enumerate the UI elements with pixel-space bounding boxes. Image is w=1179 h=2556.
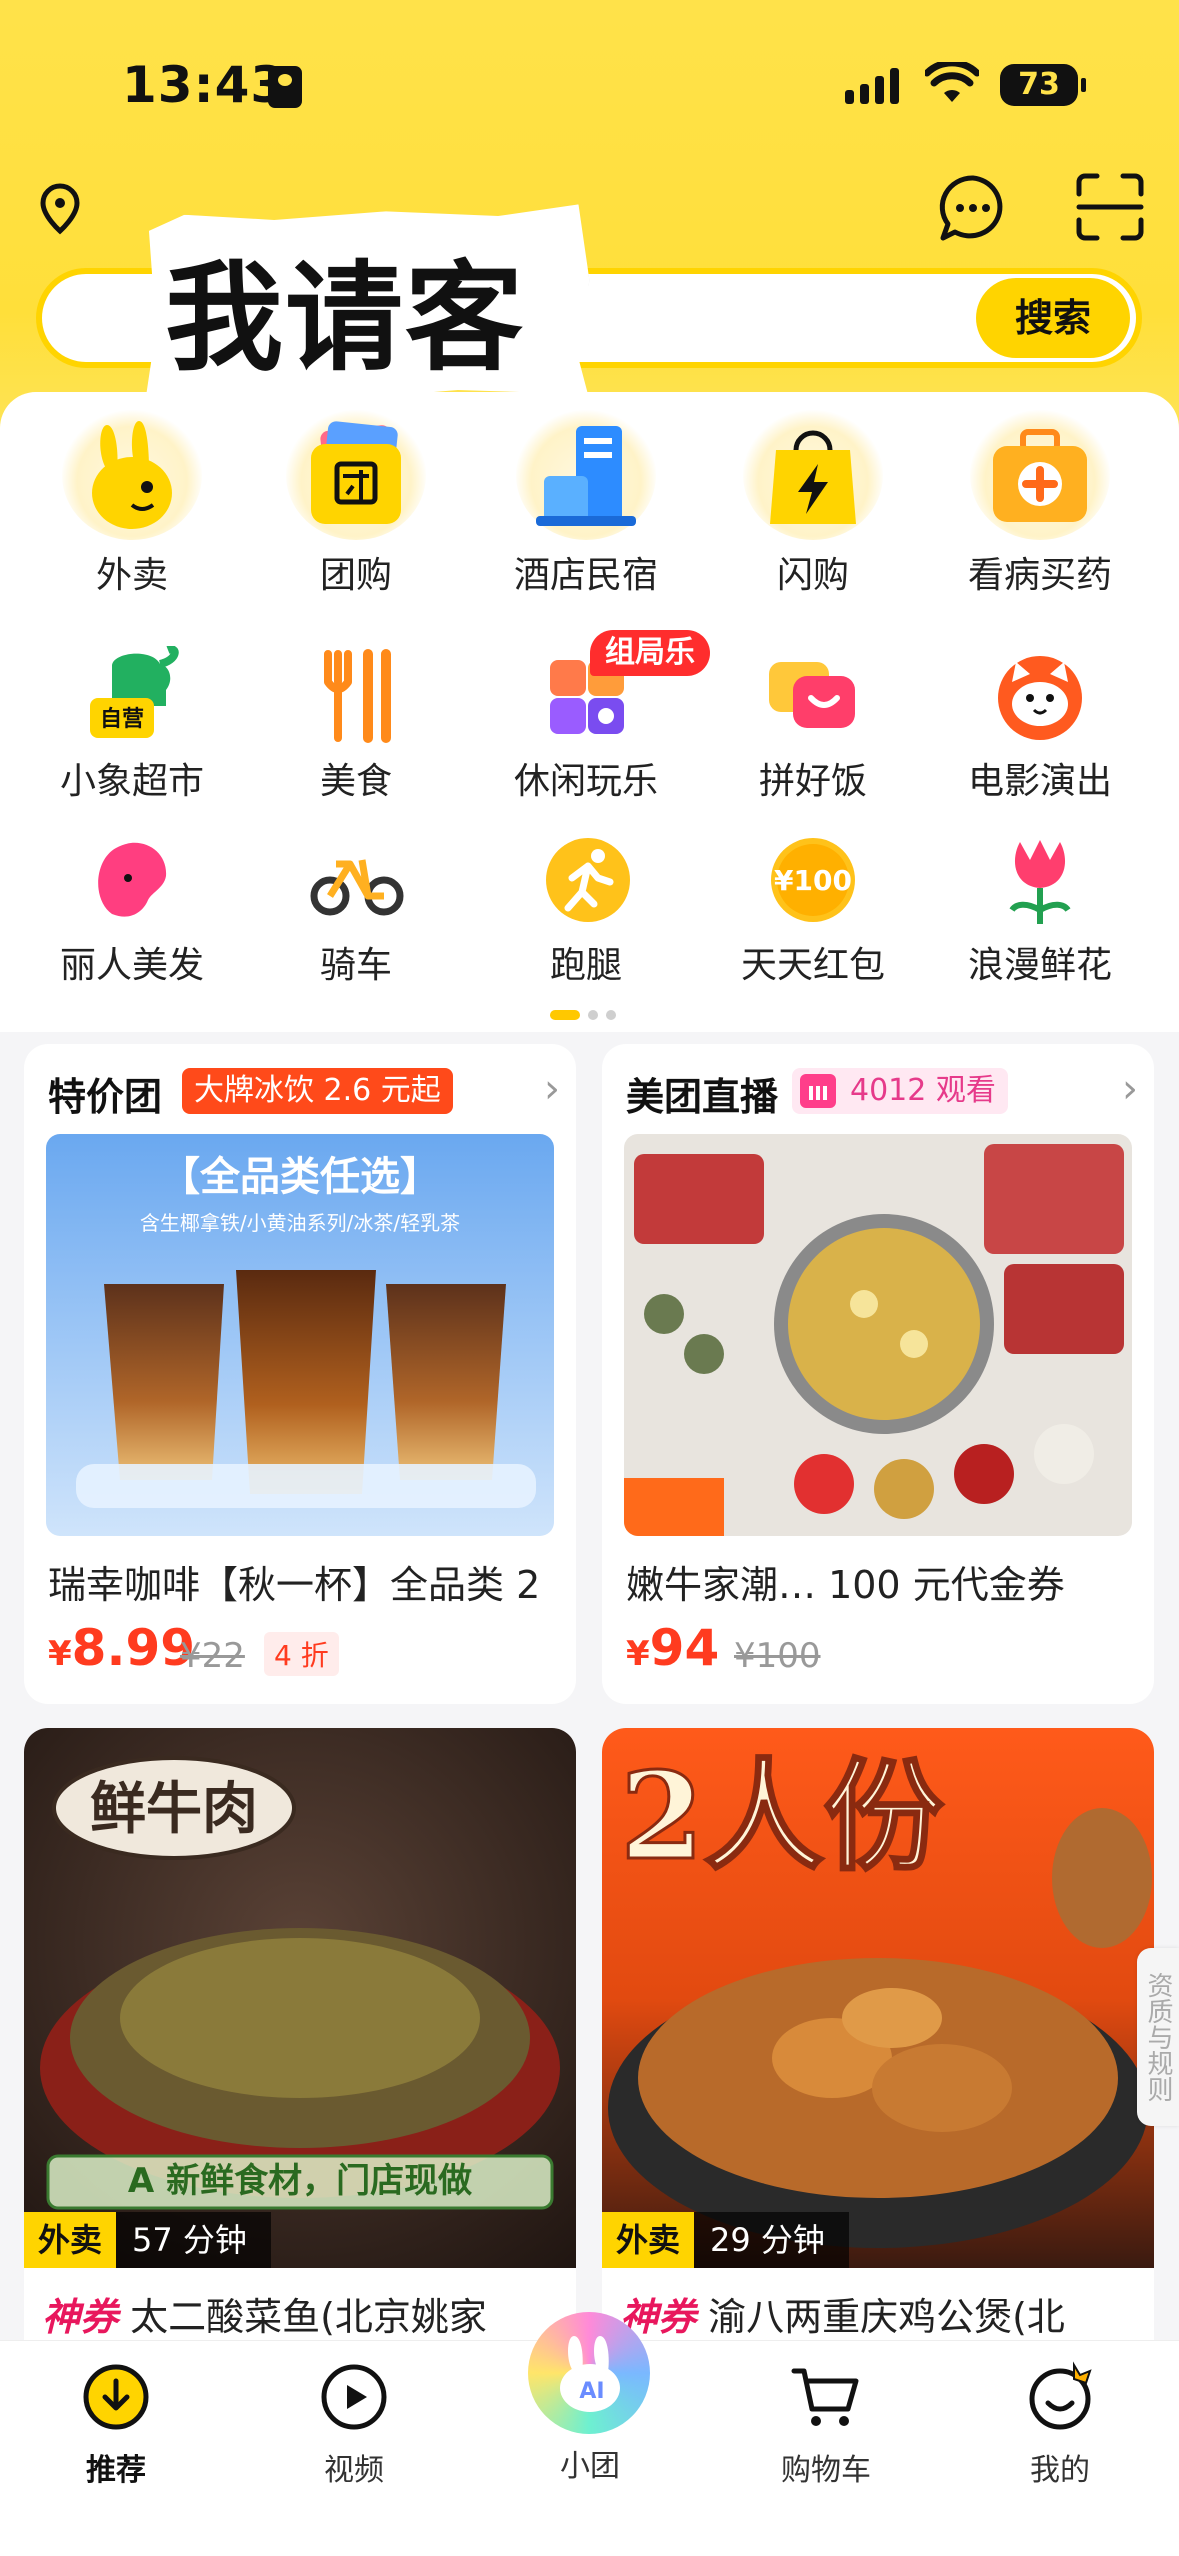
nav-cart[interactable]: 购物车 (746, 2361, 906, 2489)
svg-text:A 新鲜食材，门店现做: A 新鲜食材，门店现做 (128, 2161, 472, 2201)
cat-face-icon (970, 646, 1110, 746)
live-old-price: ¥100 (734, 1636, 821, 1676)
search-button[interactable]: 搜索 (976, 278, 1130, 358)
lightning-bag-icon (743, 410, 883, 540)
page-indicator (550, 1010, 616, 1020)
ai-bunny-icon[interactable]: AI (528, 2312, 650, 2434)
category-pinhaofan[interactable]: 拼好饭 (713, 646, 913, 804)
nav-profile[interactable]: 我的 (980, 2361, 1140, 2489)
food-card[interactable]: 2人份 外卖 29 分钟 神券 渝八两重庆鸡公煲(北 (602, 1728, 1154, 2348)
hotpot-image (624, 1134, 1132, 1536)
play-circle-icon (321, 2364, 387, 2430)
category-movie[interactable]: 电影演出 (940, 646, 1140, 804)
kangaroo-icon (62, 410, 202, 540)
live-card[interactable]: 美团直播 4012 观看 › 嫩牛家潮… 100 元代金券 ¥94 ¥100 (602, 1044, 1154, 1704)
elephant-icon: 自营 (62, 646, 202, 746)
scan-icon[interactable] (1075, 172, 1145, 242)
live-bars-icon (800, 1074, 836, 1108)
coin-icon: ¥100 (743, 830, 883, 930)
promo-sticker-text: 我请客 (165, 249, 526, 387)
food-name: 神券 渝八两重庆鸡公煲(北 (620, 2295, 1065, 2339)
coffee-image: 【全品类任选】 含生椰拿铁/小黄油系列/冰茶/轻乳茶 (46, 1134, 554, 1536)
category-hotel[interactable]: 酒店民宿 (486, 410, 686, 598)
status-bar: 13:43 73 (0, 0, 1179, 150)
chevron-right-icon[interactable]: › (544, 1066, 560, 1112)
clock: 13:43 (122, 56, 287, 114)
category-tuangou[interactable]: 团购 (256, 410, 456, 598)
svg-text:【全品类任选】: 【全品类任选】 (160, 1154, 440, 1200)
bike-icon (286, 830, 426, 930)
nav-recommend[interactable]: 推荐 (36, 2361, 196, 2489)
battery-indicator: 73 (1000, 64, 1086, 106)
svg-text:鲜牛肉: 鲜牛肉 (90, 1776, 258, 1842)
food-card[interactable]: 鲜牛肉 A 新鲜食材，门店现做 外卖 57 分钟 神券 太二酸菜鱼(北京姚家 (24, 1728, 576, 2348)
group-fun-badge: 组局乐 (590, 630, 710, 676)
chevron-right-icon[interactable]: › (1122, 1066, 1138, 1112)
person-badge-icon (268, 66, 302, 108)
deal-price: ¥8.99 (48, 1619, 196, 1677)
download-circle-icon (83, 2364, 149, 2430)
category-waimai[interactable]: 外卖 (32, 410, 232, 598)
category-supermarket[interactable]: 自营 小象超市 (32, 646, 232, 804)
hotel-icon (516, 410, 656, 540)
tulip-icon (970, 830, 1110, 930)
svg-text:2人份: 2人份 (620, 1746, 944, 1887)
svg-text:¥100: ¥100 (774, 864, 852, 897)
category-flowers[interactable]: 浪漫鲜花 (940, 830, 1140, 988)
live-price: ¥94 (626, 1619, 720, 1677)
medkit-icon (970, 410, 1110, 540)
deal-card[interactable]: 特价团 大牌冰饮 2.6 元起 › 【全品类任选】 含生椰拿铁/小黄油系列/冰茶… (24, 1044, 576, 1704)
runner-icon (516, 830, 656, 930)
food-image: 鲜牛肉 A 新鲜食材，门店现做 (24, 1728, 576, 2268)
deal-pill: 大牌冰饮 2.6 元起 (182, 1068, 453, 1114)
nav-video[interactable]: 视频 (274, 2361, 434, 2489)
category-medicine[interactable]: 看病买药 (940, 410, 1140, 598)
live-card-title: 美团直播 (626, 1075, 779, 1119)
wifi-icon (925, 62, 979, 102)
live-viewers-pill: 4012 观看 (792, 1068, 1008, 1114)
message-icon[interactable] (937, 172, 1009, 244)
food-name: 神券 太二酸菜鱼(北京姚家 (42, 2295, 487, 2339)
deal-card-title: 特价团 (48, 1075, 163, 1119)
category-beauty[interactable]: 丽人美发 (32, 830, 232, 988)
delivery-tag: 外卖 29 分钟 (602, 2212, 849, 2268)
deal-old-price: ¥22 (180, 1636, 245, 1676)
category-shangou[interactable]: 闪购 (713, 410, 913, 598)
svg-text:含生椰拿铁/小黄油系列/冰茶/轻乳茶: 含生椰拿铁/小黄油系列/冰茶/轻乳茶 (140, 1211, 460, 1235)
ticket-icon (286, 410, 426, 540)
live-item-name: 嫩牛家潮… 100 元代金券 (626, 1563, 1065, 1607)
smile-icon (1029, 2361, 1092, 2430)
category-errand[interactable]: 跑腿 (486, 830, 686, 988)
category-bike[interactable]: 骑车 (256, 830, 456, 988)
deal-item-name: 瑞幸咖啡【秋一杯】全品类 2 (48, 1563, 541, 1607)
category-food[interactable]: 美食 (256, 646, 456, 804)
category-redpacket[interactable]: ¥100 天天红包 (713, 830, 913, 988)
signal-icon (845, 68, 899, 104)
cart-icon (791, 2368, 859, 2426)
chat-bubble-icon (743, 646, 883, 746)
qualification-rules-tab[interactable]: 资质与规则 (1137, 1948, 1179, 2126)
svg-text:AI: AI (579, 2379, 604, 2404)
location-pin-icon[interactable] (38, 183, 82, 235)
fork-knife-icon (286, 646, 426, 746)
deal-discount: 4 折 (264, 1632, 339, 1676)
hair-icon (62, 830, 202, 930)
food-image: 2人份 (602, 1728, 1154, 2268)
svg-text:自营: 自营 (100, 706, 144, 732)
delivery-tag: 外卖 57 分钟 (24, 2212, 271, 2268)
